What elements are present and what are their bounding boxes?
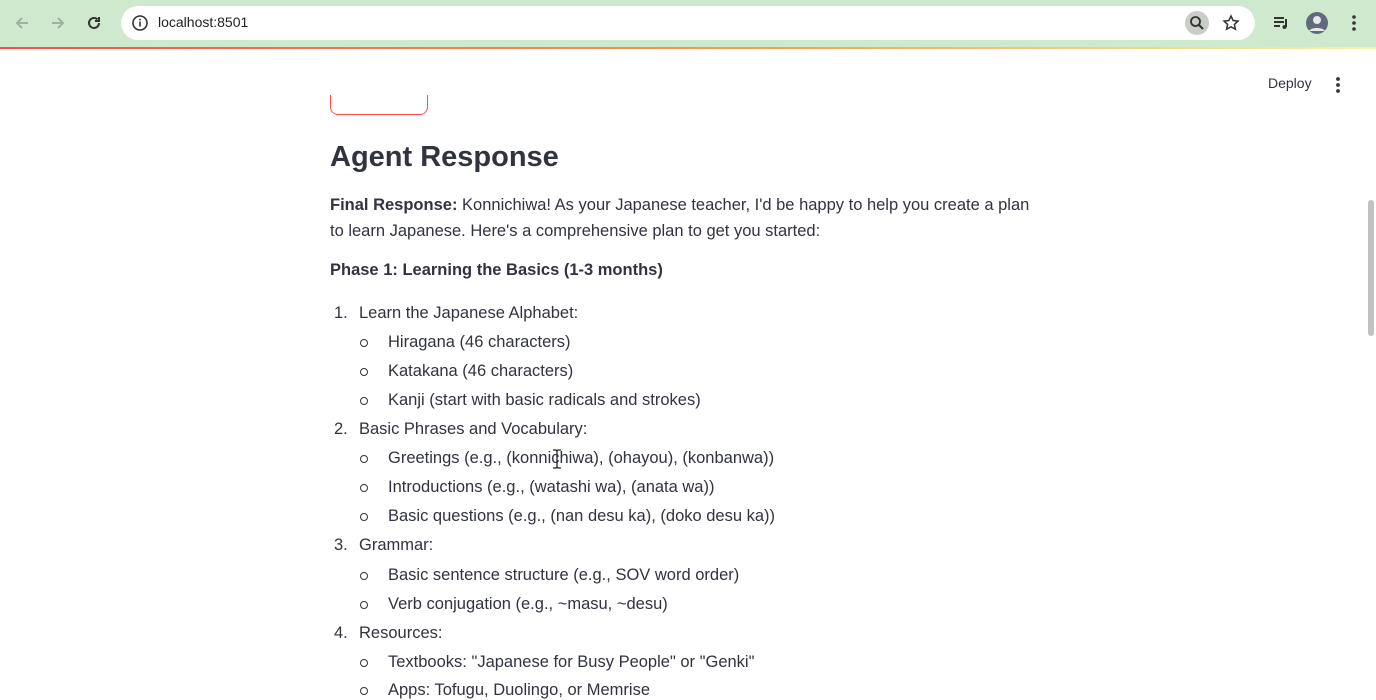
page-scrollbar[interactable] bbox=[1368, 200, 1374, 336]
list-item-label: Resources: bbox=[359, 624, 443, 642]
url-text[interactable]: localhost:8501 bbox=[158, 14, 248, 30]
submit-button-partial[interactable] bbox=[330, 95, 428, 115]
reload-icon[interactable] bbox=[79, 8, 109, 38]
bullet-icon bbox=[360, 484, 368, 492]
bullet-icon bbox=[360, 339, 368, 347]
phase-heading: Phase 1: Learning the Basics (1-3 months… bbox=[330, 261, 663, 279]
bullet-icon bbox=[360, 513, 368, 521]
list-item-label: Grammar: bbox=[359, 536, 434, 554]
list-item-number: 3. bbox=[334, 536, 348, 554]
final-response-label: Final Response: bbox=[330, 196, 458, 214]
list-item-label: Basic Phrases and Vocabulary: bbox=[359, 420, 588, 438]
final-response-paragraph: Final Response: Konnichiwa! As your Japa… bbox=[330, 192, 1030, 244]
back-arrow-icon[interactable] bbox=[7, 8, 37, 38]
address-bar[interactable]: localhost:8501 bbox=[121, 6, 1255, 40]
list-item-number: 4. bbox=[334, 624, 348, 642]
list-item-label: Learn the Japanese Alphabet: bbox=[359, 304, 579, 322]
text-cursor-icon bbox=[552, 449, 562, 474]
main-menu-icon[interactable] bbox=[1327, 74, 1349, 96]
more-vertical-icon[interactable] bbox=[1341, 10, 1367, 36]
info-icon[interactable] bbox=[129, 12, 151, 34]
app-top-decoration bbox=[0, 47, 1376, 49]
section-title: Agent Response bbox=[330, 141, 559, 173]
bullet-icon bbox=[360, 397, 368, 405]
profile-avatar-icon[interactable] bbox=[1304, 10, 1330, 36]
browser-toolbar: localhost:8501 bbox=[0, 0, 1376, 47]
bullet-icon bbox=[360, 601, 368, 609]
list-item-number: 1. bbox=[334, 304, 348, 322]
list-item-number: 2. bbox=[334, 420, 348, 438]
zoom-icon[interactable] bbox=[1185, 11, 1209, 35]
bullet-icon bbox=[360, 687, 368, 695]
bullet-icon bbox=[360, 572, 368, 580]
bullet-icon bbox=[360, 368, 368, 376]
star-icon[interactable] bbox=[1219, 11, 1243, 35]
bullet-icon bbox=[360, 659, 368, 667]
bullet-icon bbox=[360, 455, 368, 463]
forward-arrow-icon[interactable] bbox=[43, 8, 73, 38]
deploy-button[interactable]: Deploy bbox=[1258, 75, 1322, 95]
media-control-icon[interactable] bbox=[1268, 10, 1294, 36]
